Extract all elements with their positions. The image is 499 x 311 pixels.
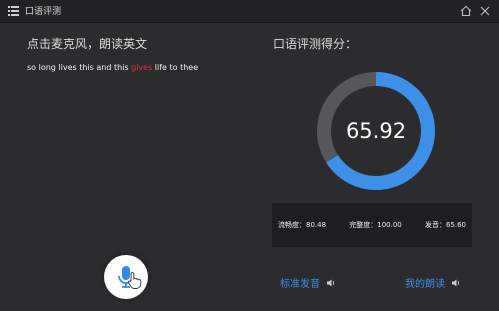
fluency-metric: 流畅度：80.48 — [278, 221, 327, 229]
my-reading-label: 我的朗读 — [405, 279, 445, 290]
my-reading-button[interactable]: 我的朗读 — [405, 275, 461, 290]
window-title: 口语评测 — [25, 7, 62, 17]
score-title: 口语评测得分： — [273, 37, 358, 51]
list-icon — [8, 6, 19, 16]
microphone-icon — [118, 266, 142, 289]
title-bar: 口语评测 — [0, 0, 499, 23]
sentence-part-before: so long lives this and this — [27, 63, 132, 72]
pronunciation-metric: 发音：65.60 — [424, 221, 466, 229]
reading-sentence: so long lives this and this gives life t… — [27, 63, 198, 72]
instruction-text: 点击麦克风，朗读英文 — [27, 37, 148, 51]
home-icon[interactable] — [459, 4, 473, 18]
score-value: 65.92 — [345, 119, 407, 143]
speaker-icon — [327, 279, 335, 286]
speaker-icon — [452, 279, 460, 286]
sentence-highlight-word: gives — [131, 63, 153, 72]
close-icon[interactable] — [478, 4, 492, 18]
sentence-part-after: life to thee — [152, 63, 199, 72]
completeness-metric: 完整度：100.00 — [349, 221, 402, 229]
standard-pronunciation-label: 标准发音 — [280, 279, 320, 290]
main-panel: 点击麦克风，朗读英文 so long lives this and this g… — [0, 23, 499, 311]
metrics-panel: 流畅度：80.48 完整度：100.00 发音：65.60 — [272, 203, 472, 247]
standard-pronunciation-button[interactable]: 标准发音 — [280, 275, 336, 290]
microphone-button[interactable] — [104, 255, 148, 299]
